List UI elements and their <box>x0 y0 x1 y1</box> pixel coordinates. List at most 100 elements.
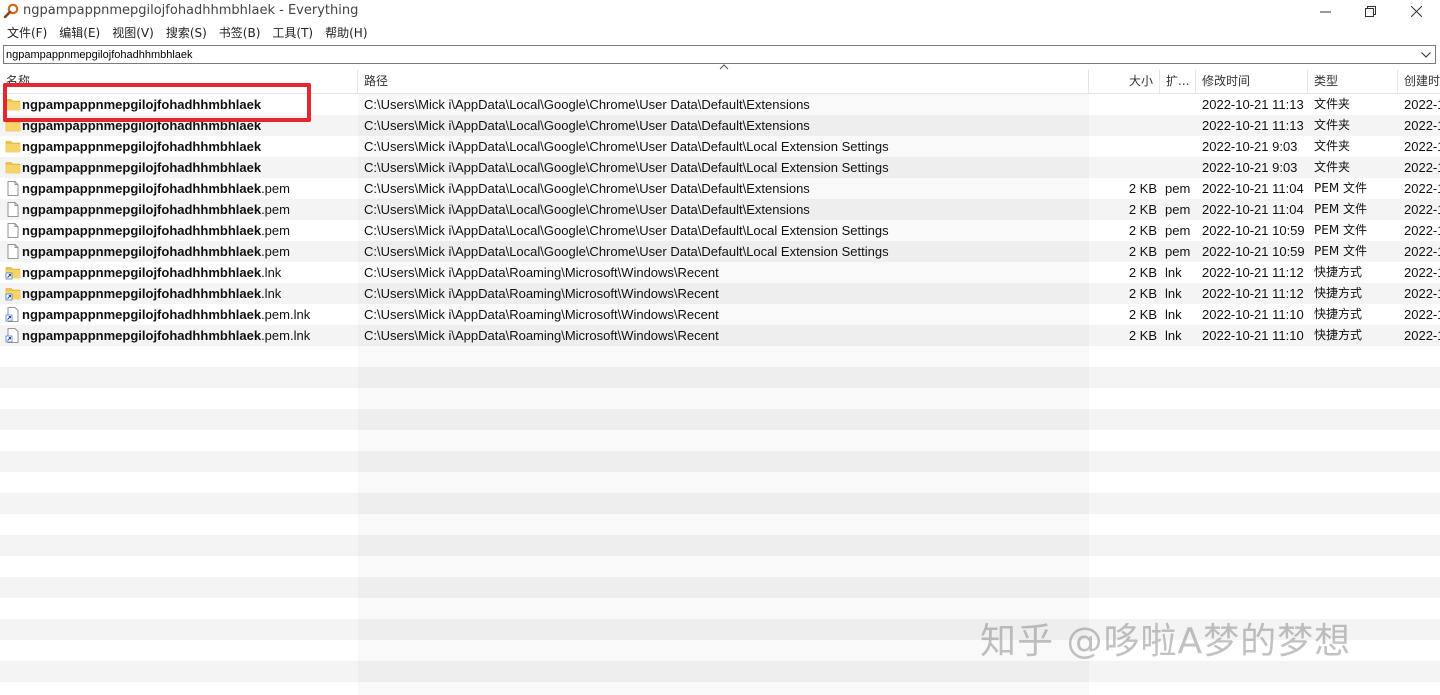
cell-created: 2022-1 <box>1404 244 1440 259</box>
column-header-size[interactable]: 大小 <box>1089 70 1160 93</box>
cell-extension <box>1165 115 1197 136</box>
file-name-suffix: .pem.lnk <box>261 307 311 322</box>
cell-name: ngpampappnmepgilojfohadhhmbhlaek <box>4 136 356 157</box>
cell-type: 文件夹 <box>1314 118 1351 132</box>
file-name-match: ngpampappnmepgilojfohadhhmbhlaek <box>22 139 262 154</box>
maximize-button[interactable] <box>1347 0 1393 22</box>
column-header-modified[interactable]: 修改时间 <box>1196 70 1308 93</box>
cell-extension: pem <box>1165 223 1191 238</box>
cell-extension: lnk <box>1165 286 1182 301</box>
cell-modified: 2022-10-21 10:59 <box>1202 244 1305 259</box>
chevron-down-icon <box>1421 51 1431 58</box>
column-header-type[interactable]: 类型 <box>1308 70 1398 93</box>
cell-size: 2 KB <box>1128 265 1157 280</box>
result-row[interactable]: ngpampappnmepgilojfohadhhmbhlaek.pem C:\… <box>0 199 1440 220</box>
cell-created: 2022-1 <box>1404 118 1440 133</box>
result-row[interactable]: ngpampappnmepgilojfohadhhmbhlaek.pem.lnk… <box>0 325 1440 346</box>
cell-path: C:\Users\Mick i\AppData\Local\Google\Chr… <box>364 118 810 133</box>
cell-path: C:\Users\Mick i\AppData\Roaming\Microsof… <box>364 265 719 280</box>
column-header-created[interactable]: 创建时 <box>1398 70 1440 93</box>
search-box[interactable] <box>3 45 1436 64</box>
cell-extension: pem <box>1165 244 1191 259</box>
cell-size: 2 KB <box>1128 244 1157 259</box>
cell-modified: 2022-10-21 11:12 <box>1202 265 1304 280</box>
file-name-suffix: .pem <box>261 181 290 196</box>
result-row[interactable]: ngpampappnmepgilojfohadhhmbhlaek.pem C:\… <box>0 220 1440 241</box>
cell-name: ngpampappnmepgilojfohadhhmbhlaek.pem <box>4 241 356 262</box>
watermark: 知乎 @哆啦A梦的梦想 <box>980 621 1352 662</box>
menu-bar: 文件(F) 编辑(E) 视图(V) 搜索(S) 书签(B) 工具(T) 帮助(H… <box>0 23 1440 43</box>
result-row[interactable]: ngpampappnmepgilojfohadhhmbhlaek C:\User… <box>0 136 1440 157</box>
cell-path: C:\Users\Mick i\AppData\Roaming\Microsof… <box>364 328 719 343</box>
cell-type: 文件夹 <box>1314 139 1351 153</box>
cell-size: 2 KB <box>1128 328 1157 343</box>
cell-name: ngpampappnmepgilojfohadhhmbhlaek.pem <box>4 199 356 220</box>
menu-tools[interactable]: 工具(T) <box>266 23 319 43</box>
restore-icon <box>1364 5 1376 17</box>
column-header-extension[interactable]: 扩... <box>1160 70 1196 93</box>
menu-bookmarks[interactable]: 书签(B) <box>213 23 267 43</box>
cell-type: PEM 文件 <box>1314 181 1367 195</box>
result-row[interactable]: ngpampappnmepgilojfohadhhmbhlaek.lnk C:\… <box>0 262 1440 283</box>
cell-created: 2022-1 <box>1404 181 1440 196</box>
folder-icon <box>5 139 21 154</box>
file-name-suffix: .pem <box>261 223 290 238</box>
file-shortcut-icon <box>5 328 21 343</box>
close-icon <box>1410 5 1422 17</box>
cell-path: C:\Users\Mick i\AppData\Roaming\Microsof… <box>364 286 719 301</box>
file-name-match: ngpampappnmepgilojfohadhhmbhlaek <box>22 160 262 175</box>
cell-extension: lnk <box>1165 307 1182 322</box>
column-header-path[interactable]: 路径 <box>358 70 1089 93</box>
menu-file[interactable]: 文件(F) <box>0 23 53 43</box>
cell-path: C:\Users\Mick i\AppData\Local\Google\Chr… <box>364 181 810 196</box>
cell-modified: 2022-10-21 11:04 <box>1202 202 1304 217</box>
cell-size: 2 KB <box>1128 307 1157 322</box>
cell-path: C:\Users\Mick i\AppData\Local\Google\Chr… <box>364 223 889 238</box>
cell-size <box>1094 115 1157 136</box>
cell-path: C:\Users\Mick i\AppData\Local\Google\Chr… <box>364 202 810 217</box>
result-row[interactable]: ngpampappnmepgilojfohadhhmbhlaek.pem C:\… <box>0 241 1440 262</box>
result-row[interactable]: ngpampappnmepgilojfohadhhmbhlaek C:\User… <box>0 157 1440 178</box>
cell-created: 2022-1 <box>1404 202 1440 217</box>
cell-extension: lnk <box>1165 265 1182 280</box>
cell-name: ngpampappnmepgilojfohadhhmbhlaek.pem <box>4 220 356 241</box>
menu-search[interactable]: 搜索(S) <box>160 23 213 43</box>
result-row[interactable]: ngpampappnmepgilojfohadhhmbhlaek.pem C:\… <box>0 178 1440 199</box>
file-icon <box>5 202 21 217</box>
cell-name: ngpampappnmepgilojfohadhhmbhlaek.pem.lnk <box>4 304 356 325</box>
cell-type: 文件夹 <box>1314 97 1351 111</box>
file-name-suffix: .pem <box>261 202 290 217</box>
file-name-match: ngpampappnmepgilojfohadhhmbhlaek <box>22 202 262 217</box>
cell-extension: lnk <box>1165 328 1182 343</box>
result-row[interactable]: ngpampappnmepgilojfohadhhmbhlaek.pem.lnk… <box>0 304 1440 325</box>
close-button[interactable] <box>1393 0 1439 22</box>
window-title: ngpampappnmepgilojfohadhhmbhlaek - Every… <box>23 3 359 18</box>
minimize-button[interactable] <box>1302 0 1348 22</box>
search-history-dropdown[interactable] <box>1419 47 1433 62</box>
cell-modified: 2022-10-21 9:03 <box>1202 160 1298 175</box>
cell-created: 2022-1 <box>1404 139 1440 154</box>
file-name-suffix: .lnk <box>261 286 282 301</box>
cell-created: 2022-1 <box>1404 223 1440 238</box>
cell-name: ngpampappnmepgilojfohadhhmbhlaek.pem.lnk <box>4 325 356 346</box>
file-icon <box>5 181 21 196</box>
cell-modified: 2022-10-21 11:10 <box>1202 307 1304 322</box>
file-name-match: ngpampappnmepgilojfohadhhmbhlaek <box>22 244 262 259</box>
red-highlight-annotation <box>3 83 311 122</box>
menu-help[interactable]: 帮助(H) <box>319 23 373 43</box>
search-input[interactable] <box>6 46 1416 63</box>
file-name-match: ngpampappnmepgilojfohadhhmbhlaek <box>22 265 262 280</box>
menu-edit[interactable]: 编辑(E) <box>53 23 106 43</box>
cell-name: ngpampappnmepgilojfohadhhmbhlaek.pem <box>4 178 356 199</box>
cell-size <box>1094 94 1157 115</box>
file-name-match: ngpampappnmepgilojfohadhhmbhlaek <box>22 181 262 196</box>
file-name-suffix: .lnk <box>261 265 282 280</box>
file-shortcut-icon <box>5 307 21 322</box>
cell-size <box>1094 157 1157 178</box>
cell-created: 2022-1 <box>1404 97 1440 112</box>
menu-view[interactable]: 视图(V) <box>106 23 160 43</box>
cell-type: 快捷方式 <box>1314 286 1363 300</box>
result-row[interactable]: ngpampappnmepgilojfohadhhmbhlaek.lnk C:\… <box>0 283 1440 304</box>
cell-type: PEM 文件 <box>1314 202 1367 216</box>
cell-created: 2022-1 <box>1404 328 1440 343</box>
